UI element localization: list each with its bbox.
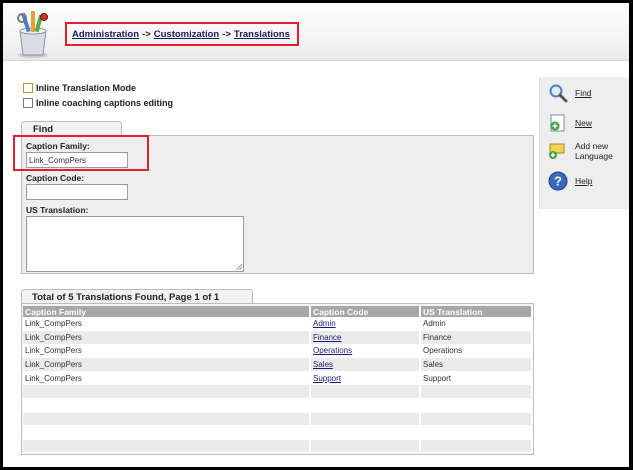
cell-caption-code: Admin: [310, 317, 421, 332]
add-new-language-label-line1: Add new: [575, 141, 609, 151]
cell-us-translation: Operations: [420, 344, 533, 359]
table-row-empty: [23, 425, 533, 440]
table-row: Link_CompPers Support Support: [23, 371, 533, 386]
results-tab-label: Total of 5 Translations Found, Page 1 of…: [32, 292, 220, 303]
new-document-icon: [550, 114, 565, 132]
help-action-label: Help: [575, 176, 593, 186]
speech-bubble-add-icon: [549, 143, 565, 159]
cell-caption-family: Link_CompPers: [23, 357, 311, 372]
cell-caption-family: Link_CompPers: [23, 344, 311, 359]
new-action[interactable]: New: [548, 113, 592, 133]
tab-results: Total of 5 Translations Found, Page 1 of…: [21, 289, 253, 304]
inline-translation-mode-label: Inline Translation Mode: [36, 83, 137, 93]
page-header: Administration -> Customization -> Translati…: [3, 3, 629, 61]
caption-code-link[interactable]: Finance: [313, 333, 341, 342]
caption-code-input[interactable]: [26, 184, 128, 200]
table-row-empty: [23, 384, 533, 400]
column-header-caption-family[interactable]: Caption Family: [23, 306, 311, 317]
breadcrumb: Administration -> Customization -> Translati…: [65, 22, 299, 46]
tools-cup-icon: [17, 11, 48, 58]
table-row-empty: [23, 439, 533, 454]
caption-code-link[interactable]: Operations: [313, 346, 352, 355]
cell-caption-code: Finance: [310, 330, 421, 345]
cell-caption-code: Support: [310, 371, 421, 386]
breadcrumb-link-translations[interactable]: Translations: [234, 29, 290, 40]
caption-code-link[interactable]: Admin: [313, 319, 336, 328]
results-panel: Caption Family Caption Code US Translati…: [21, 303, 534, 455]
tab-find-label: Find: [33, 124, 54, 135]
magnifier-icon: [549, 84, 568, 103]
find-action-label: Find: [575, 88, 592, 98]
caption-code-label: Caption Code:: [26, 173, 85, 183]
find-action[interactable]: Find: [548, 83, 592, 103]
caption-code-link[interactable]: Sales: [313, 360, 333, 369]
us-translation-label: US Translation:: [26, 205, 89, 215]
cell-us-translation: Support: [420, 371, 533, 386]
inline-coaching-label: Inline coaching captions editing: [36, 98, 174, 108]
us-translation-textarea[interactable]: [26, 216, 244, 272]
tab-find[interactable]: Find: [21, 121, 122, 136]
cell-caption-code: Sales: [310, 357, 421, 372]
column-header-us-translation[interactable]: US Translation: [420, 306, 533, 317]
cell-caption-family: Link_CompPers: [23, 330, 311, 345]
help-icon: ?: [548, 171, 568, 191]
table-row-empty: [23, 412, 533, 427]
main-content: Inline Translation Mode Inline coaching …: [3, 61, 537, 467]
translations-table: Caption Family Caption Code US Translati…: [23, 306, 533, 454]
caption-family-highlight: [13, 135, 149, 171]
help-action[interactable]: ? Help: [548, 171, 592, 191]
caption-code-link[interactable]: Support: [313, 374, 341, 383]
column-header-caption-code[interactable]: Caption Code: [310, 306, 421, 317]
add-new-language-label: Add new Language: [575, 141, 613, 161]
inline-translation-mode-checkbox[interactable]: [23, 83, 33, 93]
new-action-label: New: [575, 118, 593, 128]
cell-us-translation: Sales: [420, 357, 533, 372]
svg-text:?: ?: [554, 174, 562, 189]
table-row: Link_CompPers Admin Admin: [23, 317, 533, 332]
actions-sidebar: Find New Add new Language ? Help: [539, 77, 629, 209]
table-header-row: Caption Family Caption Code US Translati…: [23, 306, 533, 317]
breadcrumb-link-administration[interactable]: Administration: [72, 29, 139, 40]
table-row-empty: [23, 398, 533, 413]
add-new-language-label-line2: Language: [575, 151, 613, 161]
inline-coaching-checkbox[interactable]: [23, 98, 33, 108]
table-row: Link_CompPers Finance Finance: [23, 330, 533, 345]
cell-us-translation: Admin: [420, 317, 533, 332]
cell-us-translation: Finance: [420, 330, 533, 345]
cell-caption-family: Link_CompPers: [23, 371, 311, 386]
breadcrumb-separator: ->: [142, 29, 151, 40]
table-row: Link_CompPers Sales Sales: [23, 357, 533, 372]
app-window: Administration -> Customization -> Translati…: [3, 3, 629, 467]
table-row: Link_CompPers Operations Operations: [23, 344, 533, 359]
resize-grip-icon[interactable]: [236, 264, 242, 270]
breadcrumb-link-customization[interactable]: Customization: [154, 29, 219, 40]
inline-translation-mode-option[interactable]: Inline Translation Mode: [23, 83, 136, 93]
add-new-language-action[interactable]: Add new Language: [548, 141, 613, 161]
cell-caption-code: Operations: [310, 344, 421, 359]
inline-coaching-option[interactable]: Inline coaching captions editing: [23, 98, 173, 108]
cell-caption-family: Link_CompPers: [23, 317, 311, 332]
breadcrumb-separator: ->: [222, 29, 231, 40]
